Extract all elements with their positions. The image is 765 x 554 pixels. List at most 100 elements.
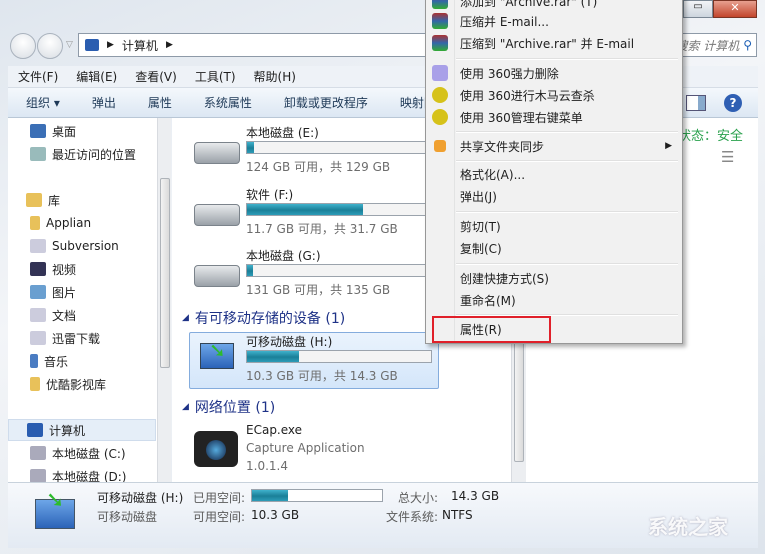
- preview-pane-icon[interactable]: [686, 95, 706, 111]
- watermark-logo: 系统之家: [648, 515, 728, 539]
- recent-pages-dropdown[interactable]: ▽: [66, 40, 73, 50]
- winrar-icon: [432, 13, 448, 29]
- music-icon: [30, 354, 38, 368]
- menu-item-cut[interactable]: 剪切(T): [428, 215, 680, 237]
- desktop-icon: [30, 124, 46, 138]
- menu-item-360-delete[interactable]: 使用 360强力删除: [428, 62, 680, 84]
- sidebar-item-library[interactable]: 库: [8, 189, 156, 211]
- drive-h[interactable]: ➘ 可移动磁盘 (H:) 10.3 GB 可用，共 14.3 GB: [189, 332, 439, 389]
- menu-item-360-scan[interactable]: 使用 360进行木马云查杀: [428, 84, 680, 106]
- sidebar-item-music[interactable]: 音乐: [8, 350, 156, 372]
- scrollbar-thumb[interactable]: [514, 338, 524, 462]
- document-icon: [30, 239, 46, 253]
- group-header-network[interactable]: ◢ 网络位置 (1): [182, 397, 281, 417]
- menu-item-properties[interactable]: 属性(R): [432, 316, 551, 343]
- context-menu: 添加到 "Archive.rar" (T) 压缩并 E-mail... 压缩到 …: [425, 0, 683, 344]
- usage-fill: [247, 142, 255, 153]
- folder-icon: [30, 377, 40, 391]
- close-button[interactable]: ✕: [713, 0, 757, 18]
- winrar-icon: [432, 0, 448, 9]
- menu-tools[interactable]: 工具(T): [195, 68, 236, 85]
- network-item-ecap[interactable]: ECap.exe Capture Application 1.0.1.4: [190, 423, 510, 479]
- details-pane: ➘ 可移动磁盘 (H:) 可移动磁盘 已用空间: 可用空间: 10.3 GB 总…: [8, 482, 758, 548]
- menu-item-share-sync[interactable]: 共享文件夹同步 ▶: [428, 135, 680, 157]
- camera-icon: [194, 431, 238, 467]
- sidebar-item-youku[interactable]: 优酷影视库: [8, 373, 156, 395]
- forward-button[interactable]: [37, 33, 63, 59]
- usage-fill: [247, 351, 299, 362]
- usage-bar: [246, 203, 432, 216]
- maximize-button[interactable]: ▭: [683, 0, 713, 18]
- video-icon: [30, 262, 46, 276]
- scrollbar-thumb[interactable]: [160, 178, 170, 368]
- recent-icon: [30, 147, 46, 161]
- menu-item-eject[interactable]: 弹出(J): [428, 185, 680, 207]
- document-icon: [30, 308, 46, 322]
- removable-drive-icon: ➘: [200, 338, 234, 369]
- usage-fill: [247, 204, 363, 215]
- sidebar-item-subversion[interactable]: Subversion: [8, 235, 156, 257]
- menu-view[interactable]: 查看(V): [135, 68, 177, 85]
- breadcrumb-separator: ▶: [107, 40, 114, 50]
- breadcrumb-separator: ▶: [165, 40, 173, 50]
- computer-icon: [27, 423, 43, 437]
- search-input[interactable]: 搜索 计算机 ⚲: [676, 33, 757, 57]
- organize-button[interactable]: 组织 ▾: [26, 94, 60, 111]
- help-icon[interactable]: ?: [724, 94, 742, 112]
- menu-item-360-manage[interactable]: 使用 360管理右键菜单: [428, 106, 680, 128]
- removable-drive-icon: ➘: [35, 488, 75, 529]
- 360-icon: [432, 109, 448, 125]
- sidebar-item-applian[interactable]: Applian: [8, 212, 156, 234]
- uninstall-button[interactable]: 卸载或更改程序: [284, 94, 368, 111]
- menu-file[interactable]: 文件(F): [18, 68, 58, 85]
- usage-bar: [246, 264, 432, 277]
- menu-help[interactable]: 帮助(H): [254, 68, 296, 85]
- computer-icon: [85, 39, 99, 51]
- hard-drive-icon: [194, 204, 240, 226]
- sync-icon: [434, 140, 446, 152]
- drive-icon: [30, 469, 46, 482]
- menu-item-format[interactable]: 格式化(A)...: [428, 163, 680, 185]
- menu-item-compress-archive-email[interactable]: 压缩到 "Archive.rar" 并 E-mail: [428, 32, 680, 54]
- hard-drive-icon: [194, 142, 240, 164]
- hard-drive-icon: [194, 265, 240, 287]
- sidebar-item-drive-d[interactable]: 本地磁盘 (D:): [8, 465, 156, 482]
- menu-lines-icon[interactable]: ☰: [721, 148, 734, 166]
- menu-edit[interactable]: 编辑(E): [76, 68, 117, 85]
- used-space-bar: [251, 489, 383, 502]
- menu-item-compress-email[interactable]: 压缩并 E-mail...: [428, 10, 680, 32]
- sidebar-item-documents[interactable]: 文档: [8, 304, 156, 326]
- sidebar-item-thunder[interactable]: 迅雷下载: [8, 327, 156, 349]
- back-button[interactable]: [10, 33, 36, 59]
- document-icon: [30, 331, 46, 345]
- folder-icon: [30, 216, 40, 230]
- navigation-pane: 桌面 最近访问的位置 库 Applian Subversion 视频 图片 文档…: [8, 118, 158, 482]
- usage-bar: [246, 141, 432, 154]
- picture-icon: [30, 285, 46, 299]
- usage-fill: [252, 490, 289, 501]
- menu-item-create-shortcut[interactable]: 创建快捷方式(S): [428, 267, 680, 289]
- menu-item-copy[interactable]: 复制(C): [428, 237, 680, 259]
- sidebar-item-recent[interactable]: 最近访问的位置: [8, 143, 156, 165]
- search-icon: ⚲: [743, 38, 752, 52]
- submenu-arrow-icon: ▶: [665, 141, 672, 151]
- sidebar-item-pictures[interactable]: 图片: [8, 281, 156, 303]
- sidebar-item-computer[interactable]: 计算机: [8, 419, 156, 441]
- sidebar-item-video[interactable]: 视频: [8, 258, 156, 280]
- breadcrumb-computer[interactable]: 计算机: [122, 37, 158, 54]
- winrar-icon: [432, 35, 448, 51]
- group-header-removable[interactable]: ◢ 有可移动存储的设备 (1): [182, 308, 351, 328]
- library-icon: [26, 193, 42, 207]
- sidebar-item-drive-c[interactable]: 本地磁盘 (C:): [8, 442, 156, 464]
- sidebar-item-desktop[interactable]: 桌面: [8, 120, 156, 142]
- usage-bar: [246, 350, 432, 363]
- properties-button[interactable]: 属性: [148, 94, 172, 111]
- menu-item-rename[interactable]: 重命名(M): [428, 289, 680, 311]
- usage-fill: [247, 265, 253, 276]
- drive-icon: [30, 446, 46, 460]
- security-status: 状态：安全: [678, 129, 744, 144]
- eject-button[interactable]: 弹出: [92, 94, 116, 111]
- sidebar-scrollbar[interactable]: [157, 118, 171, 482]
- system-properties-button[interactable]: 系统属性: [204, 94, 252, 111]
- shredder-icon: [432, 65, 448, 81]
